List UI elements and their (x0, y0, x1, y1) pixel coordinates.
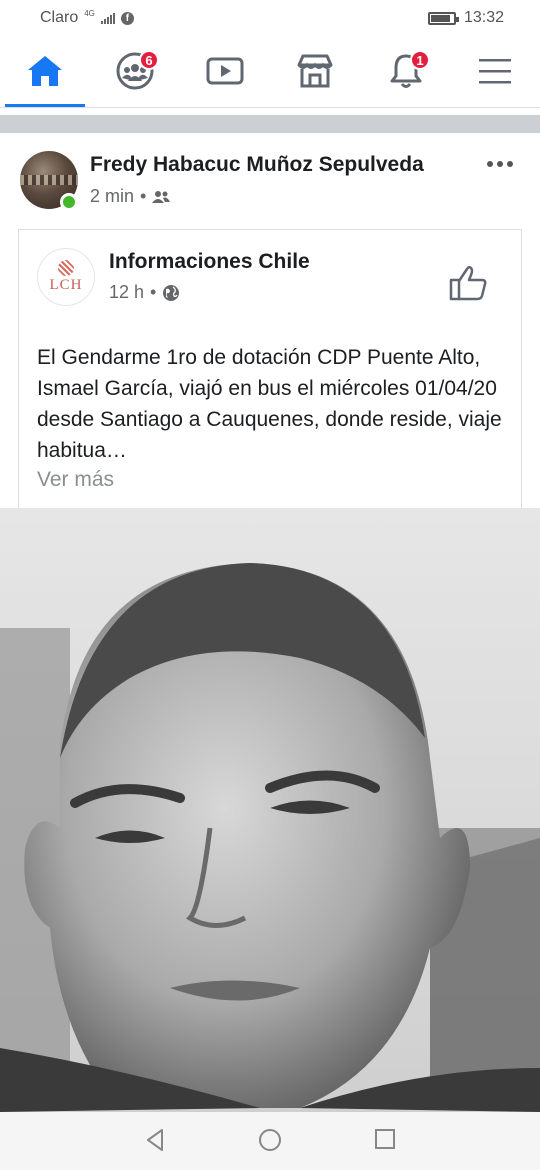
shared-post-card[interactable]: LCH Informaciones Chile 12 h • El Gendar… (18, 229, 522, 514)
home-icon (28, 56, 62, 86)
logo-mark-icon (58, 260, 74, 276)
store-icon (297, 54, 333, 88)
portrait-photo (0, 508, 540, 1112)
shared-post-time[interactable]: 12 h (109, 282, 144, 303)
tab-home[interactable] (5, 36, 85, 107)
meta-separator: • (150, 282, 157, 302)
clock: 13:32 (463, 9, 504, 26)
tab-watch[interactable] (185, 36, 265, 106)
groups-badge: 6 (139, 50, 159, 70)
top-nav-bar: 6 1 (0, 36, 540, 108)
logo-text: LCH (49, 277, 83, 293)
meta-separator: • (140, 186, 147, 206)
shared-post-meta: 12 h • (109, 282, 180, 303)
post-time[interactable]: 2 min (90, 186, 134, 207)
page-name[interactable]: Informaciones Chile (109, 250, 310, 274)
post-header: Fredy Habacuc Muñoz Sepulveda 2 min • (0, 133, 540, 223)
recents-icon[interactable] (374, 1128, 396, 1150)
hamburger-menu-icon (479, 59, 511, 84)
tab-marketplace[interactable] (275, 36, 355, 106)
online-status-dot (60, 193, 78, 211)
back-icon[interactable] (144, 1128, 166, 1152)
status-bar: Claro 4G f 13:32 (0, 0, 540, 36)
status-left: Claro 4G f (40, 9, 134, 27)
tab-groups[interactable]: 6 (95, 36, 175, 106)
home-circle-icon[interactable] (258, 1128, 282, 1152)
feed-separator (0, 115, 540, 133)
page-logo[interactable]: LCH (37, 248, 95, 306)
like-page-icon[interactable] (449, 265, 487, 301)
notifications-badge: 1 (410, 50, 430, 70)
video-icon (206, 57, 244, 85)
more-options-icon[interactable] (487, 161, 513, 167)
status-right: 13:32 (427, 9, 504, 27)
author-name[interactable]: Fredy Habacuc Muñoz Sepulveda (90, 153, 424, 177)
signal-icon (100, 12, 115, 24)
tab-notifications[interactable]: 1 (366, 36, 446, 106)
see-more-link[interactable]: Ver más (37, 468, 114, 492)
post-photo[interactable] (0, 508, 540, 1112)
globe-icon (163, 284, 180, 301)
friends-icon (152, 190, 171, 203)
shared-post-text: El Gendarme 1ro de dotación CDP Puente A… (37, 346, 502, 462)
tab-menu[interactable] (455, 36, 535, 106)
system-nav-bar (0, 1112, 540, 1170)
carrier-label: Claro (40, 9, 79, 26)
post-meta: 2 min • (90, 186, 171, 207)
facebook-notification-icon: f (120, 11, 134, 25)
battery-icon (427, 11, 459, 25)
network-type: 4G (84, 9, 95, 18)
